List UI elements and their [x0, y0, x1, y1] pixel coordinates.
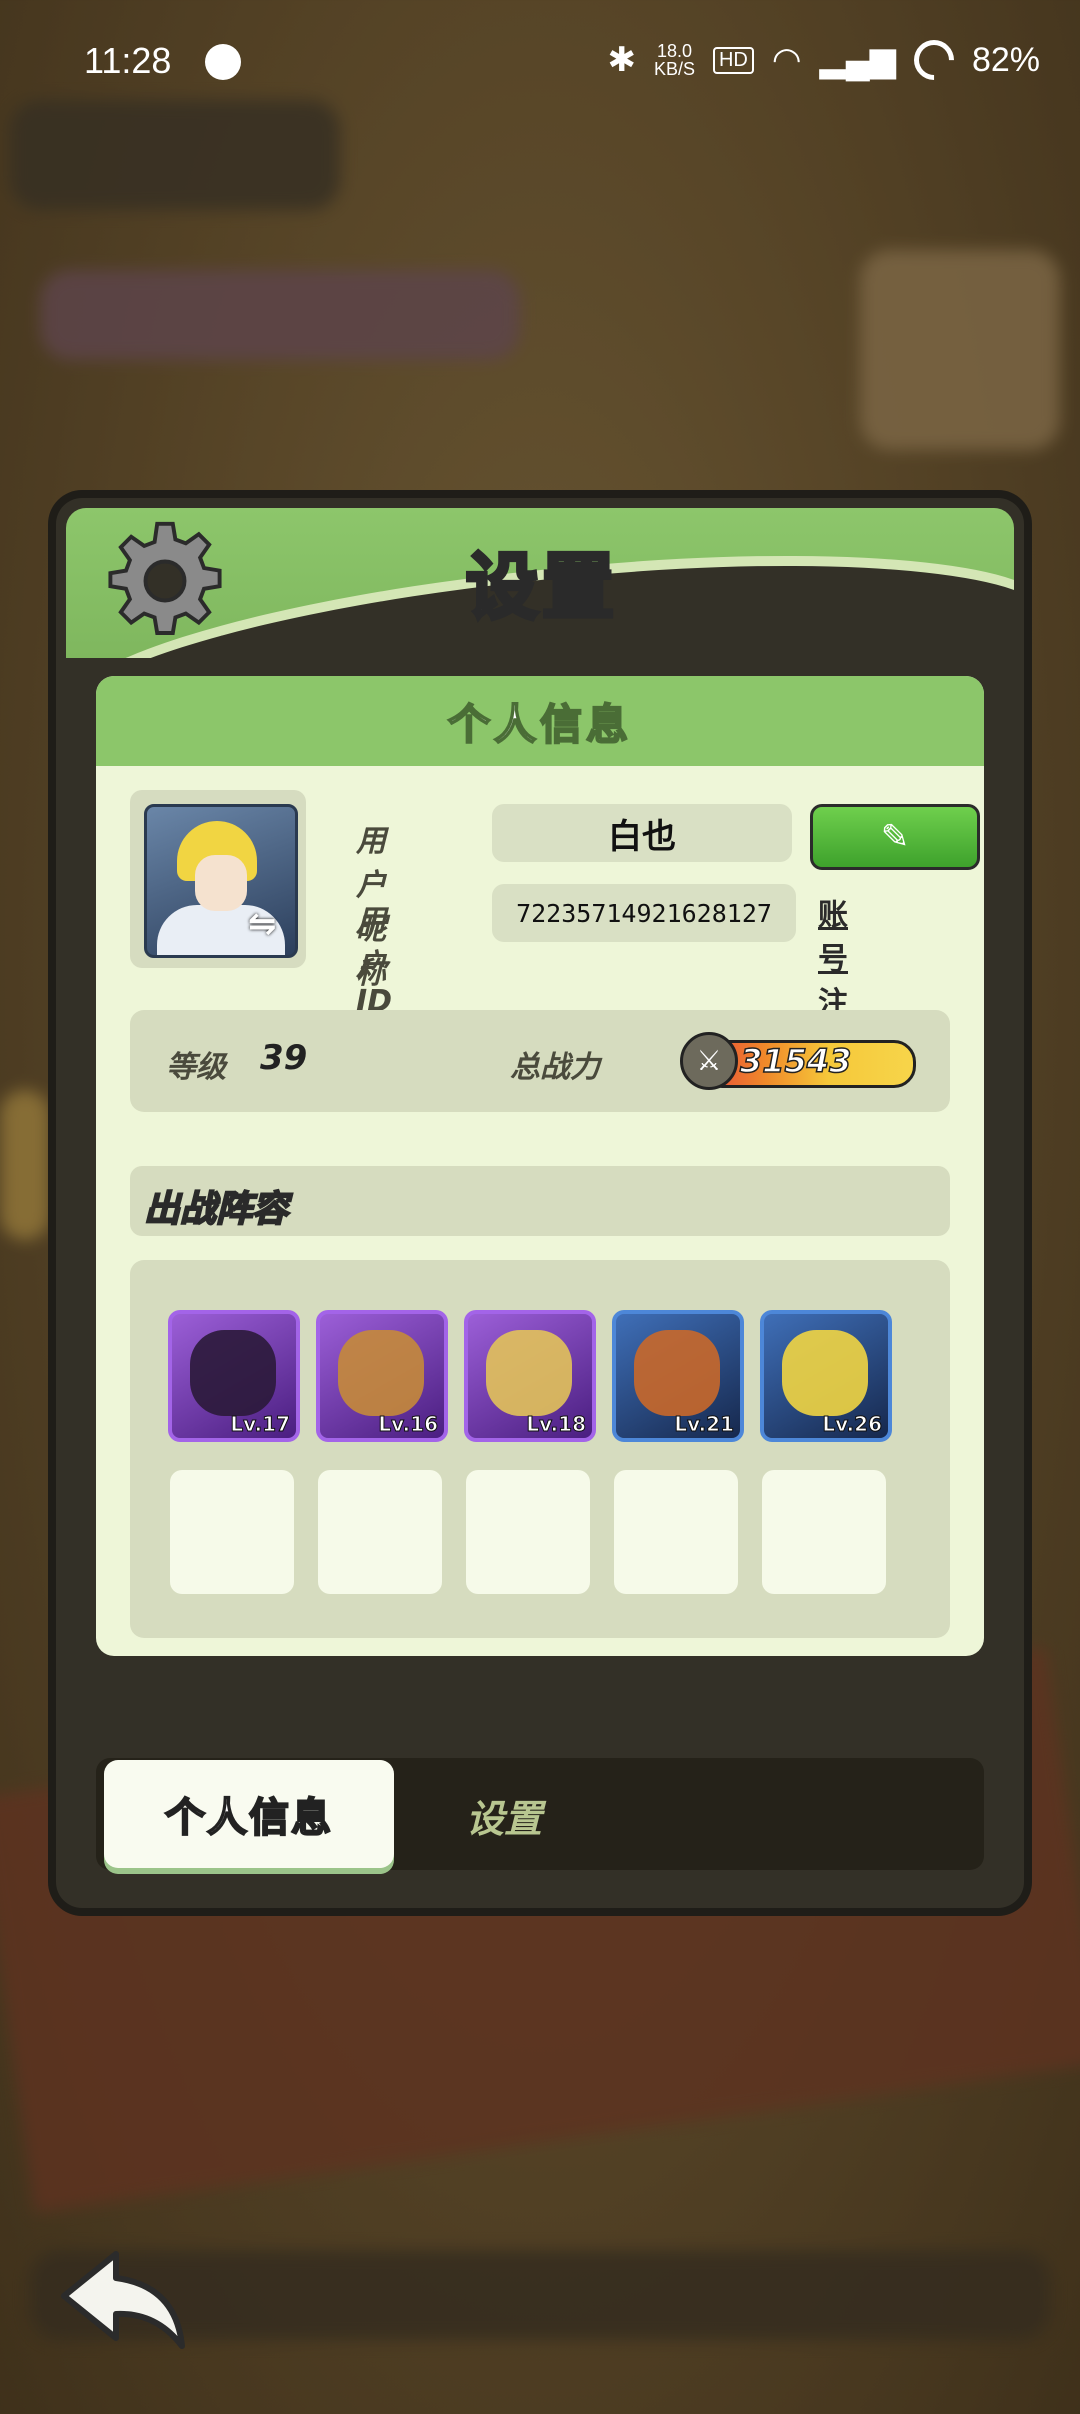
- user-id-field: 72235714921628127: [492, 884, 796, 942]
- modal-title: 设置: [464, 543, 619, 631]
- level-value: 39: [260, 1038, 308, 1078]
- hero-level: Lv.16: [378, 1412, 439, 1437]
- tab-bar: 个人信息 设置: [96, 1758, 984, 1870]
- bluetooth-icon: ✱: [607, 41, 636, 79]
- hero-card[interactable]: Lv.17: [168, 1310, 300, 1442]
- network-speed: 18.0 KB/S: [654, 42, 695, 78]
- empty-hero-slot[interactable]: [318, 1470, 442, 1594]
- level-label: 等级: [166, 1050, 226, 1085]
- lineup-grid: Lv.17 Lv.16 Lv.18 Lv.21 Lv.26: [130, 1260, 950, 1638]
- power-value: 31543: [739, 1041, 852, 1081]
- hero-card[interactable]: Lv.16: [316, 1310, 448, 1442]
- stats-bar: 等级 39 总战力 ⚔ 31543: [130, 1010, 950, 1112]
- empty-hero-slot[interactable]: [762, 1470, 886, 1594]
- status-bar: 11:28 ✱ 18.0 KB/S HD ◠ ▂▄▆ 82%: [0, 0, 1080, 130]
- hero-level: Lv.17: [230, 1412, 291, 1437]
- wifi-icon: ◠: [771, 41, 802, 79]
- back-arrow-icon[interactable]: [56, 2246, 196, 2356]
- status-right-group: ✱ 18.0 KB/S HD ◠ ▂▄▆ 82%: [607, 31, 1040, 89]
- hd-badge: HD: [712, 46, 754, 74]
- sword-icon: ⚔: [680, 1032, 738, 1090]
- gear-icon: [108, 521, 222, 635]
- hero-level: Lv.26: [822, 1412, 883, 1437]
- avatar-frame[interactable]: ⇋: [130, 790, 306, 968]
- empty-hero-slot[interactable]: [466, 1470, 590, 1594]
- swap-avatar-icon[interactable]: ⇋: [248, 904, 282, 944]
- hero-card[interactable]: Lv.18: [464, 1310, 596, 1442]
- tab-personal-info[interactable]: 个人信息: [104, 1760, 394, 1868]
- empty-hero-slot[interactable]: [170, 1470, 294, 1594]
- network-speed-value: 18.0: [656, 41, 692, 61]
- power-badge: ⚔ 31543: [680, 1032, 916, 1090]
- user-id-label: 用户 ID: [356, 904, 393, 1019]
- panel-header: 个人信息: [96, 676, 984, 766]
- personal-info-panel: 个人信息 ⇋ 用户昵称 白也 ✎ 用户 ID 72235714921628127…: [96, 676, 984, 1656]
- lineup-header: 出战阵容: [130, 1166, 950, 1236]
- hero-level: Lv.21: [674, 1412, 735, 1437]
- pencil-icon: ✎: [880, 817, 910, 857]
- empty-hero-slot[interactable]: [614, 1470, 738, 1594]
- battery-level: 82%: [971, 40, 1040, 79]
- modal-header: 设置: [66, 508, 1014, 658]
- power-label: 总战力: [510, 1050, 600, 1085]
- network-speed-unit: KB/S: [653, 59, 695, 79]
- settings-modal: 设置 个人信息 ⇋ 用户昵称 白也 ✎ 用户 ID 72235714921628…: [56, 498, 1024, 1908]
- lineup-title: 出战阵容: [143, 1188, 289, 1231]
- status-time: 11:28: [84, 40, 172, 81]
- app-notification-icon: [205, 44, 241, 80]
- hero-card[interactable]: Lv.21: [612, 1310, 744, 1442]
- tab-settings[interactable]: 设置: [466, 1788, 542, 1843]
- hero-level: Lv.18: [526, 1412, 587, 1437]
- hero-card[interactable]: Lv.26: [760, 1310, 892, 1442]
- edit-nickname-button[interactable]: ✎: [810, 804, 980, 870]
- tab-personal-info-label: 个人信息: [164, 1794, 333, 1842]
- nickname-field: 白也: [492, 804, 792, 862]
- battery-icon: [905, 31, 963, 89]
- signal-icon: ▂▄▆: [819, 41, 896, 79]
- panel-title: 个人信息: [447, 699, 632, 750]
